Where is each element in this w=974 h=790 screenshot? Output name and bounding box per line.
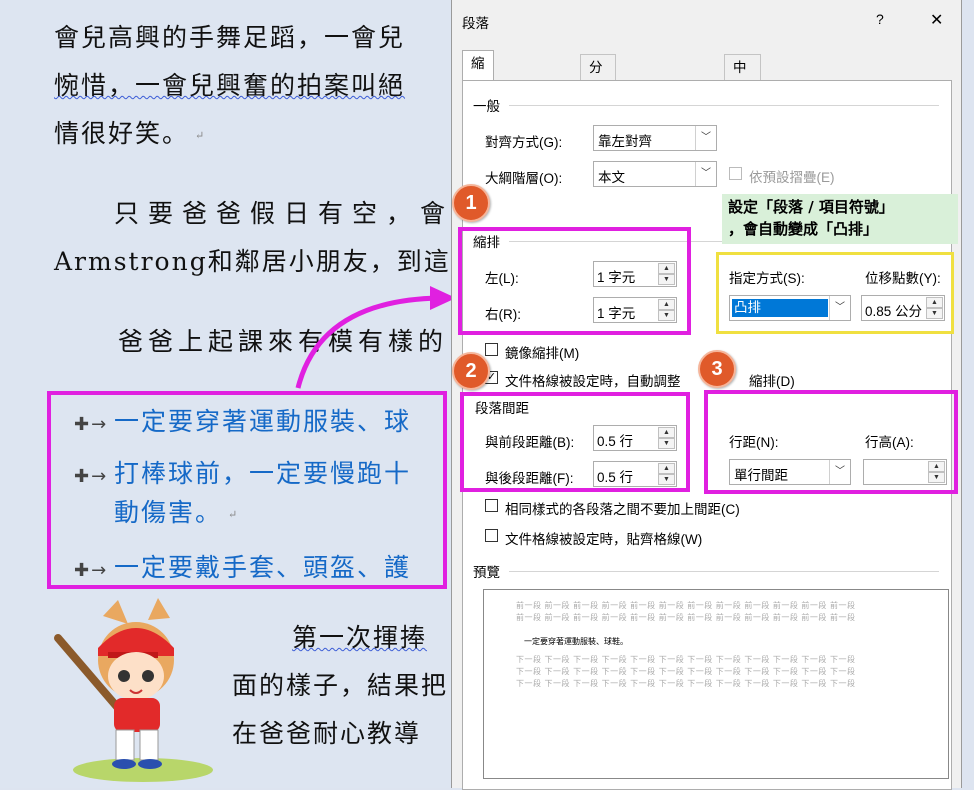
bullet-item-3[interactable]: ✚→ 一定要戴手套、頭盔、護 — [74, 548, 411, 584]
preview-box: 前一段 前一段 前一段 前一段 前一段 前一段 前一段 前一段 前一段 前一段 … — [483, 589, 949, 779]
doc-line-7: 第一次揮捧 — [292, 618, 427, 654]
no-space-same-style-label: 相同樣式的各段落之間不要加上間距(C) — [505, 502, 740, 517]
bullet-arrow-icon: ✚→ — [74, 414, 109, 435]
outline-level-select[interactable]: 本文 ﹀ — [593, 161, 717, 187]
preview-sample: 一定要穿著運動服裝、球鞋。 — [524, 637, 628, 646]
preview-next-line: 下一段 下一段 下一段 下一段 下一段 下一段 下一段 下一段 下一段 下一段 … — [516, 679, 856, 688]
preview-next-line: 下一段 下一段 下一段 下一段 下一段 下一段 下一段 下一段 下一段 下一段 … — [516, 667, 856, 676]
preview-next-line: 下一段 下一段 下一段 下一段 下一段 下一段 下一段 下一段 下一段 下一段 … — [516, 655, 856, 664]
alignment-label: 對齊方式(G): — [485, 135, 563, 150]
tab-line-page-breaks[interactable]: 分行與分頁設定(P) — [580, 54, 616, 250]
alignment-select[interactable]: 靠左對齊 ﹀ — [593, 125, 717, 151]
special-indent-highlight-box — [716, 252, 954, 334]
bullet-item-1-text: 一定要穿著運動服裝、球 — [114, 407, 412, 436]
outline-level-label: 大綱階層(O): — [485, 171, 563, 186]
divider — [509, 571, 939, 572]
dialog-title: 段落 — [462, 16, 489, 31]
doc-line-4: 只要爸爸假日有空，會 — [114, 199, 455, 228]
preview-prev-line: 前一段 前一段 前一段 前一段 前一段 前一段 前一段 前一段 前一段 前一段 … — [516, 601, 856, 610]
mirror-indent-checkbox[interactable] — [485, 343, 498, 356]
annotation-note-line-1: 設定「段落 / 項目符號」 — [728, 198, 894, 216]
paragraph-mark-icon: ↵ — [228, 508, 240, 521]
no-space-same-style-checkbox[interactable] — [485, 499, 498, 512]
doc-line-9: 在爸爸耐心教導 — [232, 719, 422, 748]
doc-line-2: 惋惜，一會兒興奮的拍案叫絕 — [54, 66, 405, 102]
annotation-note: 設定「段落 / 項目符號」 ，會自動變成「凸排」 — [722, 194, 958, 244]
preview-heading: 預覽 — [473, 565, 500, 580]
line-spacing-highlight-box — [704, 390, 958, 494]
document-page: 會兒高興的手舞足蹈，一會兒 惋惜，一會兒興奮的拍案叫絕 情很好笑。 ↵ 只要爸爸假… — [0, 0, 460, 788]
help-button[interactable]: ? — [876, 11, 884, 27]
annotation-arrow — [295, 286, 456, 389]
annotation-note-line-2: ，會自動變成「凸排」 — [728, 220, 879, 238]
indent-highlight-box — [458, 227, 691, 335]
badge-3: 3 — [698, 350, 736, 388]
bullet-arrow-icon: ✚→ — [74, 466, 109, 487]
auto-adjust-label: 文件格線被設定時，自動調整 — [505, 374, 681, 389]
bullet-item-2-cont: 動傷害。 ↵ — [114, 493, 239, 529]
outline-level-value: 本文 — [598, 170, 625, 185]
doc-line-8: 面的樣子，結果把 — [232, 671, 449, 700]
badge-1: 1 — [452, 184, 490, 222]
collapse-default-label: 依預設摺疊(E) — [749, 170, 835, 185]
tab-indents-spacing[interactable]: 縮排與行距(I) — [462, 50, 494, 196]
bullet-item-2-cont-text: 動傷害。 — [114, 498, 223, 527]
preview-prev-line: 前一段 前一段 前一段 前一段 前一段 前一段 前一段 前一段 前一段 前一段 … — [516, 613, 856, 622]
divider — [509, 105, 939, 106]
auto-adjust-label-tail: 縮排(D) — [749, 374, 795, 389]
bullet-item-2[interactable]: ✚→ 打棒球前，一定要慢跑十 — [74, 454, 411, 490]
doc-line-3-text: 情很好笑。 — [54, 119, 190, 148]
bullet-item-1[interactable]: ✚→ 一定要穿著運動服裝、球 — [74, 402, 411, 438]
doc-line-2-text: 惋惜，一會兒興奮的拍案叫絕 — [54, 71, 406, 100]
alignment-value: 靠左對齊 — [598, 134, 652, 149]
baseball-kid-illustration — [54, 598, 213, 782]
close-button[interactable]: ✕ — [930, 10, 943, 30]
snap-to-grid-label: 文件格線被設定時，貼齊格線(W) — [505, 532, 703, 547]
doc-line-1: 會兒高興的手舞足蹈，一會兒 — [54, 23, 406, 52]
mirror-indent-label: 鏡像縮排(M) — [505, 346, 580, 361]
chevron-down-icon: ﹀ — [695, 162, 716, 186]
doc-line-3: 情很好笑。 ↵ — [54, 114, 206, 150]
badge-2: 2 — [452, 352, 490, 390]
doc-line-7-text: 第一次揮捧 — [292, 623, 428, 652]
bullet-item-3-text: 一定要戴手套、頭盔、護 — [114, 553, 412, 582]
doc-line-5: Armstrong和鄰居小朋友，到這 — [54, 247, 451, 276]
bullet-item-2-text: 打棒球前，一定要慢跑十 — [114, 459, 412, 488]
snap-to-grid-checkbox[interactable] — [485, 529, 498, 542]
bullet-arrow-icon: ✚→ — [74, 560, 109, 581]
collapse-default-checkbox[interactable] — [729, 167, 742, 180]
tab-asian-typography[interactable]: 中文印刷樣式(H) — [724, 54, 761, 225]
chevron-down-icon: ﹀ — [695, 126, 716, 150]
spacing-highlight-box — [460, 392, 690, 492]
paragraph-mark-icon: ↵ — [195, 129, 207, 142]
general-heading: 一般 — [473, 99, 500, 114]
